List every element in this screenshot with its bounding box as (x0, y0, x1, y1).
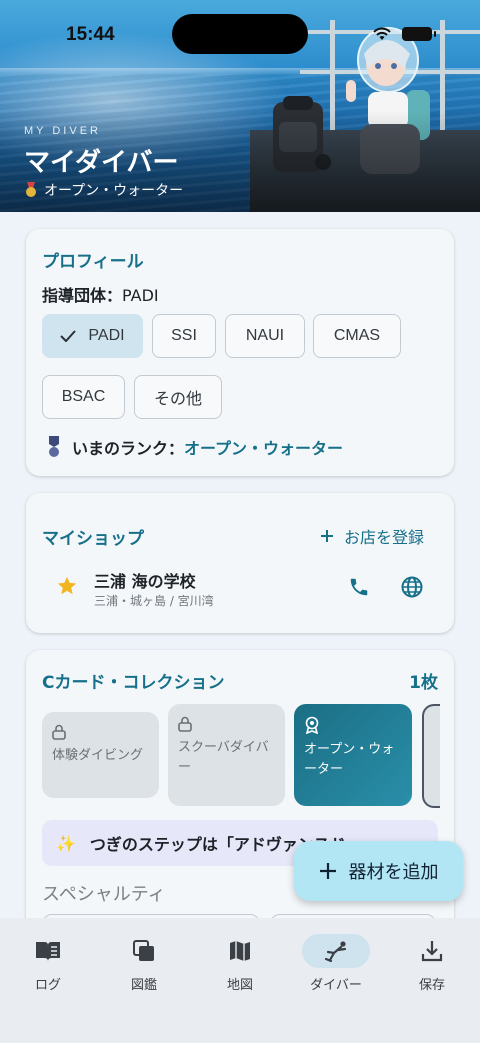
nav-label: 保存 (418, 978, 445, 993)
check-icon (60, 330, 77, 342)
org-chip-label: CMAS (333, 327, 381, 344)
hero-banner: 15:44 MY DIVER マイダイバー オープン・ウォーター (0, 0, 480, 212)
my-shop-card: マイショップ お店を登録 三浦 海の学校 三浦・城ヶ島 / 宮川湾 (26, 493, 454, 633)
ccard-count: 1枚 (409, 673, 438, 693)
nav-label: ログ (34, 978, 61, 993)
ccard-tile-open-water[interactable]: オープン・ウォーター (294, 704, 412, 806)
ccard-tile-trial[interactable]: 体験ダイビング (42, 712, 159, 798)
shop-location: 三浦・城ヶ島 / 宮川湾 (94, 594, 214, 608)
ccard-title: Cカード・コレクション (42, 673, 225, 693)
status-time: 15:44 (66, 24, 115, 45)
org-chip-ssi[interactable]: SSI (152, 314, 216, 358)
org-label: 指導団体： (42, 286, 123, 305)
nav-label: 地図 (226, 978, 253, 993)
medal-icon (26, 182, 36, 197)
org-chip-label: その他 (153, 391, 202, 408)
star-icon (57, 576, 77, 595)
rank-value: オープン・ウォーター (184, 439, 344, 458)
ccard-label: スクーバダイバー (178, 740, 269, 775)
map-icon (230, 941, 250, 961)
status-icons (372, 26, 436, 42)
org-chip-label: SSI (171, 327, 197, 344)
phone-icon[interactable] (348, 576, 370, 598)
stack-icon (133, 940, 154, 961)
specialty-title: スペシャルティ (42, 884, 166, 905)
org-chip-label: NAUI (245, 327, 285, 344)
ccard-label: 体験ダイビング (52, 748, 144, 763)
register-shop-button[interactable]: お店を登録 (320, 524, 424, 548)
page-title: マイダイバー (24, 148, 179, 178)
org-chip-naui[interactable]: NAUI (225, 314, 305, 358)
plus-icon (320, 530, 333, 542)
add-gear-button[interactable]: 器材を追加 (294, 841, 463, 901)
add-gear-label: 器材を追加 (348, 862, 439, 883)
nav-item-save[interactable]: 保存 (384, 934, 480, 993)
register-shop-label: お店を登録 (343, 528, 424, 547)
sparkle-icon: ✨ (56, 833, 76, 853)
shop-title: マイショップ (42, 529, 144, 549)
profile-card: プロフィール 指導団体：PADI PADI SSI NAUI CMAS BSAC… (26, 229, 454, 476)
bottom-navigation: ログ 図鑑 地図 ダイバー 保存 (0, 918, 480, 1043)
org-chip-padi[interactable]: PADI (42, 314, 143, 358)
nav-item-diver[interactable]: ダイバー (288, 934, 384, 993)
diver-icon (324, 941, 347, 962)
battery-icon (402, 27, 436, 41)
hero-rank-label: オープン・ウォーター (44, 183, 184, 199)
book-icon (36, 942, 60, 961)
ccard-tile-next-partial[interactable] (422, 704, 440, 808)
nav-label: ダイバー (310, 978, 362, 993)
download-icon (421, 941, 443, 962)
wifi-icon (373, 27, 391, 40)
rank-label: いまのランク： (72, 439, 185, 458)
c-card-collection: Cカード・コレクション 1枚 体験ダイビング スクーバダイバー オープン・ウォー… (26, 650, 454, 954)
lock-icon (178, 716, 192, 732)
dynamic-island (172, 14, 308, 54)
profile-title: プロフィール (42, 252, 144, 272)
org-chip-other[interactable]: その他 (134, 375, 222, 419)
award-icon (305, 716, 319, 734)
lock-icon (52, 724, 66, 740)
ccard-label: オープン・ウォーター (304, 742, 395, 777)
nav-item-map[interactable]: 地図 (192, 934, 288, 993)
hero-rank: オープン・ウォーター (24, 180, 183, 200)
current-rank: いまのランク：オープン・ウォーター (46, 435, 343, 459)
ccard-tile-scuba[interactable]: スクーバダイバー (168, 704, 285, 806)
globe-icon[interactable] (400, 575, 424, 599)
org-chip-bsac[interactable]: BSAC (42, 375, 125, 419)
org-value: PADI (122, 286, 159, 305)
shop-name: 三浦 海の学校 (94, 572, 196, 591)
nav-item-encyclopedia[interactable]: 図鑑 (96, 934, 192, 993)
plus-icon (319, 863, 336, 879)
org-chip-label: PADI (88, 327, 125, 344)
nav-item-log[interactable]: ログ (0, 934, 96, 993)
nav-label: 図鑑 (130, 978, 157, 993)
org-chip-cmas[interactable]: CMAS (313, 314, 401, 358)
rank-medal-icon (49, 436, 59, 457)
org-chip-label: BSAC (61, 388, 106, 405)
org-line: 指導団体：PADI (42, 282, 159, 306)
hero-subtitle: MY DIVER (24, 125, 101, 137)
